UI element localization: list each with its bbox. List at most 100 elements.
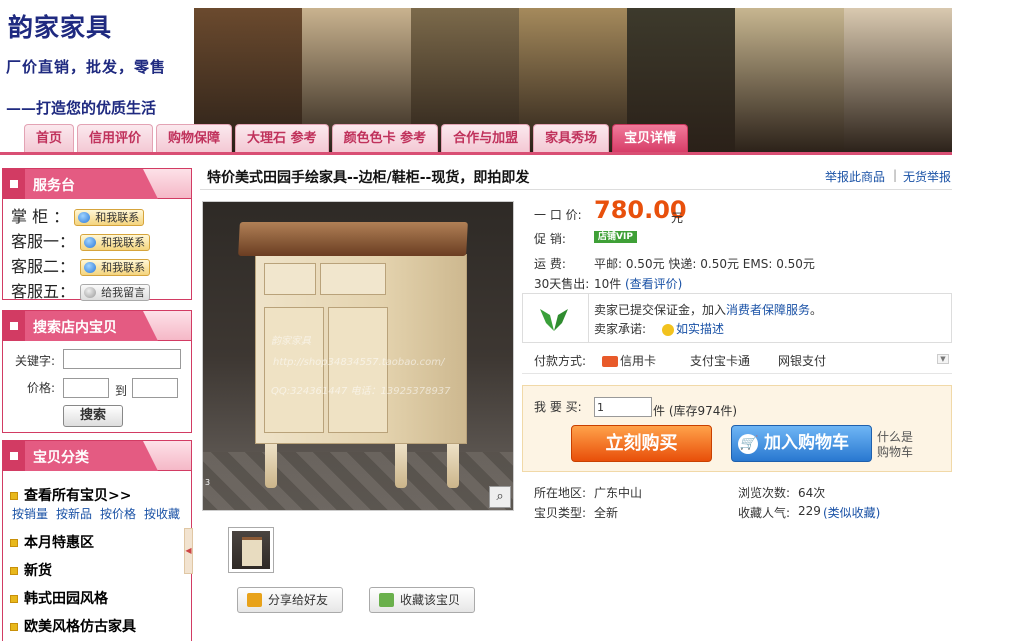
payment-alipay-card: 支付宝卡通 (690, 354, 751, 368)
tab-guarantee[interactable]: 购物保障 (156, 124, 233, 153)
product-image[interactable]: 韵家家具 http://shop34834557.taobao.com/ QQ:… (202, 201, 514, 511)
keyword-input[interactable] (63, 349, 181, 369)
bullet-icon (10, 492, 18, 500)
square-icon (10, 180, 18, 188)
category-item[interactable]: 韩式田园风格 (10, 588, 108, 608)
cabinet-body (255, 254, 467, 444)
buy-now-button[interactable]: 立刻购买 (571, 425, 712, 462)
buy-label: 我 要 买: (534, 400, 582, 414)
views-label: 浏览次数: (738, 486, 791, 500)
tab-marble[interactable]: 大理石 参考 (235, 124, 329, 153)
contact-button[interactable]: 和我联系 (80, 259, 151, 276)
search-button[interactable]: 搜索 (63, 405, 123, 427)
sold-label: 30天售出: (534, 277, 590, 291)
tab-colors[interactable]: 颜色色卡 参考 (331, 124, 439, 153)
price-max-input[interactable] (132, 378, 178, 398)
price-label: 一 口 价: (534, 208, 582, 222)
link-separator: | (893, 168, 898, 182)
contact-button[interactable]: 和我联系 (80, 234, 151, 251)
cabinet-drawer (320, 263, 386, 295)
cs-row-2: 客服二： 和我联系 (11, 253, 151, 277)
similar-favorites-link[interactable]: (类似收藏) (823, 504, 880, 521)
cs-row-1: 客服一： 和我联系 (11, 228, 151, 252)
watermark-text: 韵家家具 (271, 336, 311, 347)
category-panel-header: 宝贝分类 (3, 441, 191, 471)
zoom-icon[interactable]: ⌕ (489, 486, 511, 508)
add-to-cart-button[interactable]: 🛒 加入购物车 (731, 425, 872, 462)
service-panel-title: 服务台 (33, 178, 75, 194)
view-reviews-link[interactable]: (查看评价) (625, 275, 682, 292)
search-panel-header: 搜索店内宝贝 (3, 311, 191, 341)
consumer-protection-link[interactable]: 消费者保障服务 (726, 303, 810, 317)
promo-label: 促 销: (534, 232, 566, 246)
cabinet-leg (265, 442, 277, 488)
service-panel-header: 服务台 (3, 169, 191, 199)
cabinet-top (238, 222, 468, 256)
square-icon (10, 452, 18, 460)
shop-slogan-1: 厂价直销，批发，零售 (6, 58, 167, 76)
square-icon (10, 322, 18, 330)
shop-brand: 韵家家具 (8, 13, 113, 42)
what-is-cart-link[interactable]: 什么是 购物车 (877, 430, 913, 460)
shipping-value: 平邮: 0.50元 快递: 0.50元 EMS: 0.50元 (594, 257, 815, 271)
item-type-value: 全新 (594, 506, 619, 520)
favorites-value: 229 (798, 504, 821, 518)
leave-message-button[interactable]: 给我留言 (80, 284, 151, 301)
collect-button[interactable]: 收藏该宝贝 (369, 587, 476, 613)
bullet-icon (10, 567, 18, 575)
price-min-input[interactable] (63, 378, 109, 398)
cart-icon: 🛒 (738, 434, 758, 454)
watermark-text: QQ:324361447 电话：13925378937 (271, 386, 451, 397)
sort-by-price[interactable]: 按价格 (100, 505, 136, 522)
sort-by-sales[interactable]: 按销量 (12, 505, 48, 522)
category-item[interactable]: 欧美风格仿古家具 (10, 616, 136, 636)
tab-credit[interactable]: 信用评价 (77, 124, 154, 153)
cs-label: 掌 柜 ： (11, 207, 70, 226)
shop-nav: 首页 信用评价 购物保障 大理石 参考 颜色色卡 参考 合作与加盟 家具秀场 宝… (24, 124, 689, 153)
cs-label: 客服二： (11, 257, 76, 276)
product-thumbnail[interactable] (228, 527, 274, 573)
quantity-input[interactable]: 1 (594, 397, 652, 417)
tab-item-detail[interactable]: 宝贝详情 (612, 124, 689, 153)
chat-icon (84, 237, 97, 248)
keyword-label: 关键字: (15, 354, 56, 368)
report-no-stock-link[interactable]: 无货举报 (903, 168, 951, 185)
service-panel: 服务台 掌 柜 ： 和我联系 客服一： 和我联系 客服二： 和我联系 客服五： … (2, 168, 192, 301)
cabinet-leg (447, 442, 459, 488)
tab-home[interactable]: 首页 (24, 124, 75, 153)
category-item[interactable]: 本月特惠区 (10, 532, 94, 552)
category-all[interactable]: 查看所有宝贝>> (10, 485, 131, 505)
image-index: 3 (205, 478, 211, 487)
share-button[interactable]: 分享给好友 (237, 587, 344, 613)
credit-card-icon (602, 356, 618, 367)
sort-by-new[interactable]: 按新品 (56, 505, 92, 522)
banner-photo (843, 8, 952, 154)
tab-showroom[interactable]: 家具秀场 (533, 124, 610, 153)
sort-by-favorites[interactable]: 按收藏 (144, 505, 180, 522)
banner-photo (735, 8, 844, 154)
section-divider (522, 373, 952, 374)
title-divider (200, 189, 952, 190)
price-unit: 元 (671, 211, 684, 225)
contact-button[interactable]: 和我联系 (74, 209, 145, 226)
report-item-link[interactable]: 举报此商品 (825, 168, 885, 185)
price-label: 价格: (27, 381, 56, 395)
payment-netbank: 网银支付 (778, 354, 827, 368)
sold-value: 10件 (594, 277, 622, 291)
item-type-label: 宝贝类型: (534, 506, 587, 520)
tab-partner[interactable]: 合作与加盟 (441, 124, 531, 153)
favorites-label: 收藏人气: (738, 506, 791, 520)
category-item[interactable]: 新货 (10, 560, 52, 580)
collapse-toggle[interactable]: ◀ (184, 528, 193, 574)
share-icon (247, 593, 262, 607)
location-label: 所在地区: (534, 486, 587, 500)
promise-label: 卖家承诺: (594, 322, 647, 336)
cabinet-leg (395, 442, 407, 488)
cs-label: 客服一： (11, 232, 76, 251)
promise-link[interactable]: 如实描述 (662, 320, 724, 337)
handshake-icon (540, 309, 568, 331)
bullet-icon (10, 623, 18, 631)
chevron-down-icon[interactable]: ▼ (937, 354, 949, 364)
payment-label: 付款方式: (534, 354, 587, 368)
product-title: 特价美式田园手绘家具--边柜/鞋柜--现货，即拍即发 (207, 170, 530, 186)
